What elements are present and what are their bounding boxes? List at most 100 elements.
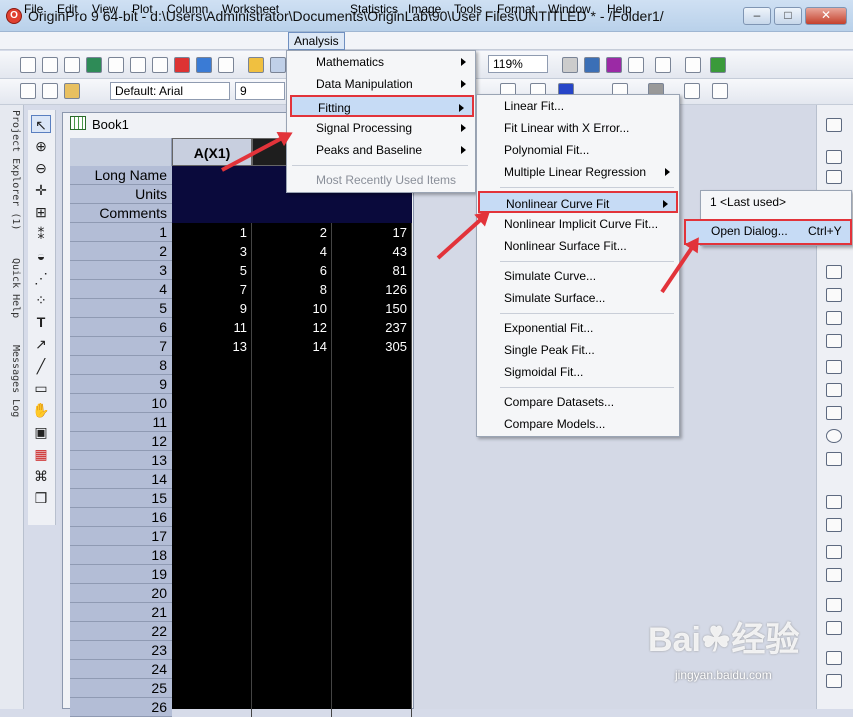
tab-project-explorer[interactable]: Project Explorer (1) [3, 110, 21, 250]
menu-view[interactable]: View [87, 1, 123, 17]
right-tool-3-icon[interactable] [826, 170, 842, 184]
close-button[interactable]: ✕ [805, 7, 847, 25]
table-cell[interactable] [332, 565, 412, 584]
row-header[interactable]: 9 [70, 375, 172, 394]
row-header[interactable]: 3 [70, 261, 172, 280]
table-cell[interactable] [332, 660, 412, 679]
menu-item-single-peak-fit[interactable]: Single Peak Fit... [476, 339, 678, 361]
menu-item-compare-models[interactable]: Compare Models... [476, 413, 678, 435]
table-cell[interactable] [332, 584, 412, 603]
menu-image[interactable]: Image [403, 1, 446, 17]
row-header[interactable]: 19 [70, 565, 172, 584]
table-cell[interactable] [332, 375, 412, 394]
new-excel-icon[interactable] [174, 57, 190, 73]
right-tool-5-icon[interactable] [826, 288, 842, 302]
right-tool-7-icon[interactable] [826, 334, 842, 348]
table-cell[interactable]: 9 [172, 299, 252, 318]
table-cell[interactable] [332, 413, 412, 432]
new-notes-icon[interactable] [152, 57, 168, 73]
table-cell[interactable]: 237 [332, 318, 412, 337]
row-header[interactable]: 12 [70, 432, 172, 451]
table-cell[interactable] [172, 432, 252, 451]
menu-item-peaks-baseline[interactable]: Peaks and Baseline [286, 139, 474, 161]
row-header[interactable]: 4 [70, 280, 172, 299]
table-cell[interactable] [252, 527, 332, 546]
table-cell[interactable] [332, 356, 412, 375]
cut-icon[interactable] [20, 83, 36, 99]
table-cell[interactable] [172, 451, 252, 470]
table-cell[interactable] [332, 603, 412, 622]
tab-messages-log[interactable]: Messages Log [3, 345, 21, 435]
table-cell[interactable] [332, 698, 412, 717]
label-row-header[interactable]: Units [70, 185, 172, 204]
table-cell[interactable] [172, 679, 252, 698]
table-cell[interactable]: 43 [332, 242, 412, 261]
table-cell[interactable]: 13 [172, 337, 252, 356]
table-cell[interactable] [172, 413, 252, 432]
row-header[interactable]: 18 [70, 546, 172, 565]
table-cell[interactable] [172, 489, 252, 508]
right-tool-1-icon[interactable] [826, 118, 842, 132]
table-cell[interactable] [252, 413, 332, 432]
scale-icon[interactable]: ⁑ [31, 225, 51, 243]
table-cell[interactable]: 1 [172, 223, 252, 242]
table-cell[interactable] [332, 489, 412, 508]
right-tool-6-icon[interactable] [826, 311, 842, 325]
right-tool-4-icon[interactable] [826, 265, 842, 279]
table-cell[interactable] [252, 660, 332, 679]
menu-window[interactable]: Window [543, 1, 596, 17]
row-header[interactable]: 24 [70, 660, 172, 679]
menu-item-simulate-surface[interactable]: Simulate Surface... [476, 287, 678, 309]
table-cell[interactable] [172, 698, 252, 717]
table-cell[interactable]: 12 [252, 318, 332, 337]
menu-item-simulate-curve[interactable]: Simulate Curve... [476, 265, 678, 287]
menu-item-signal-processing[interactable]: Signal Processing [286, 117, 474, 139]
screen-reader-icon[interactable]: ⋰ [31, 269, 51, 287]
table-cell[interactable] [172, 394, 252, 413]
open-folder-icon[interactable] [248, 57, 264, 73]
menu-statistics[interactable]: Statistics [345, 1, 403, 17]
right-tool-13-icon[interactable] [826, 545, 842, 559]
right-tool-16-icon[interactable] [826, 621, 842, 635]
menu-item-nonlinear-curve-fit[interactable]: Nonlinear Curve Fit [478, 191, 678, 213]
right-tool-10-icon[interactable] [826, 406, 842, 420]
import-icon[interactable] [196, 57, 212, 73]
label-row-header[interactable]: Comments [70, 204, 172, 223]
row-header[interactable]: 10 [70, 394, 172, 413]
new-layout-icon[interactable] [130, 57, 146, 73]
row-header[interactable]: 6 [70, 318, 172, 337]
code-builder-icon[interactable] [628, 57, 644, 73]
table-cell[interactable] [332, 546, 412, 565]
table-cell[interactable] [252, 375, 332, 394]
menu-item-data-manipulation[interactable]: Data Manipulation [286, 73, 474, 95]
zoom-out-icon[interactable]: ⊖ [31, 159, 51, 177]
row-header[interactable]: 5 [70, 299, 172, 318]
row-header[interactable]: 23 [70, 641, 172, 660]
table-cell[interactable] [252, 565, 332, 584]
menu-help[interactable]: Help [602, 1, 637, 17]
maximize-button[interactable]: □ [774, 7, 802, 25]
copy-icon[interactable] [42, 83, 58, 99]
table-cell[interactable] [332, 641, 412, 660]
table-cell[interactable] [332, 470, 412, 489]
table-cell[interactable] [252, 470, 332, 489]
right-tool-17-icon[interactable] [826, 651, 842, 665]
light-icon[interactable] [712, 83, 728, 99]
line-color-icon[interactable] [684, 83, 700, 99]
zoom-in-icon[interactable]: ⊕ [31, 137, 51, 155]
table-cell[interactable]: 2 [252, 223, 332, 242]
row-header[interactable]: 26 [70, 698, 172, 717]
table-cell[interactable] [172, 622, 252, 641]
table-cell[interactable]: 5 [172, 261, 252, 280]
table-cell[interactable] [252, 584, 332, 603]
row-header[interactable]: 21 [70, 603, 172, 622]
menu-item-fitting[interactable]: Fitting [290, 95, 474, 117]
table-cell[interactable] [252, 508, 332, 527]
table-cell[interactable] [332, 527, 412, 546]
table-cell[interactable] [332, 508, 412, 527]
pointer-icon[interactable]: ↖ [31, 115, 51, 133]
table-cell[interactable] [252, 641, 332, 660]
graph-region-icon[interactable]: ▣ [31, 423, 51, 441]
table-cell[interactable] [172, 660, 252, 679]
menu-edit[interactable]: Edit [52, 1, 83, 17]
